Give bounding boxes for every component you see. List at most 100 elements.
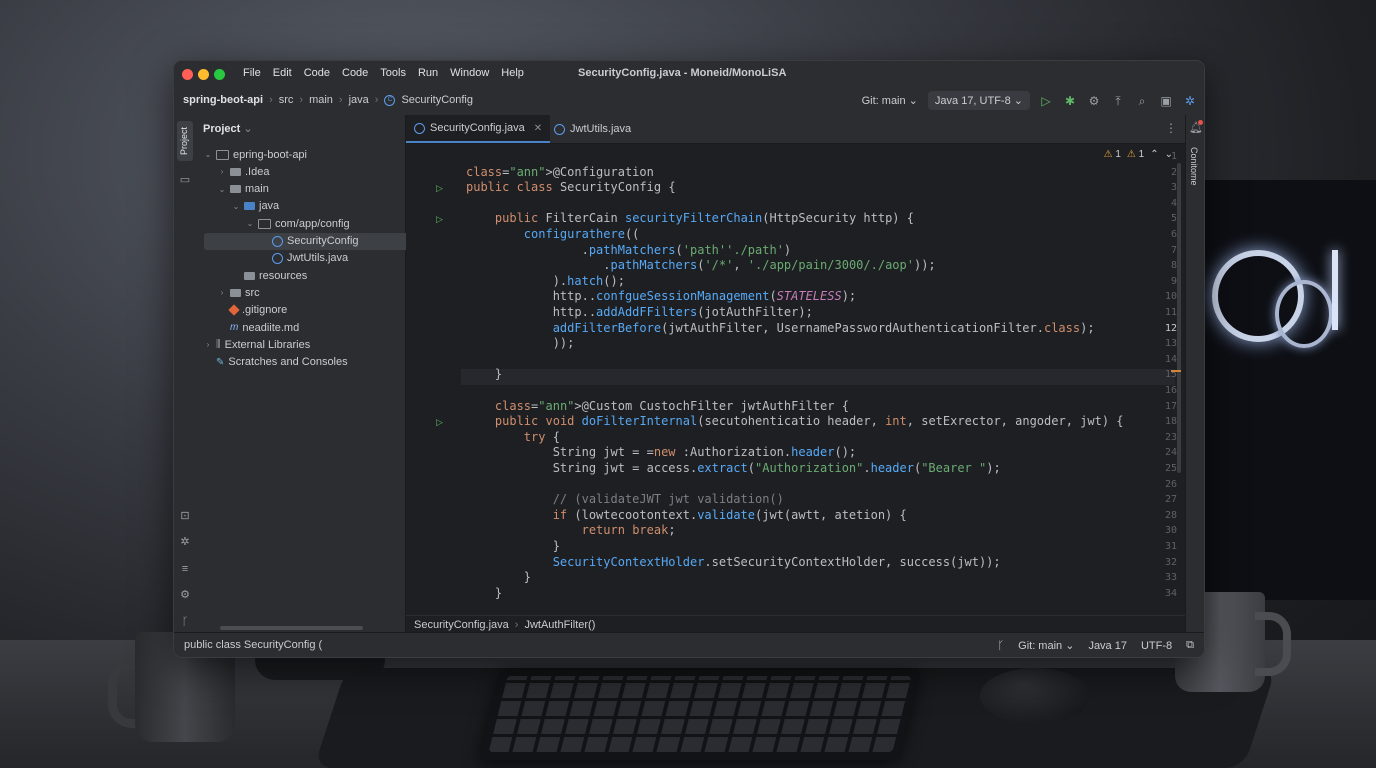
plugins-icon[interactable]: ⚙ <box>178 588 192 602</box>
tree-item[interactable]: ⌄ java <box>232 198 280 215</box>
notification-dot <box>1198 120 1203 125</box>
window-title: SecurityConfig.java - Moneid/MonoLiSA <box>578 67 787 79</box>
breadcrumb-src[interactable]: src <box>279 94 294 106</box>
tree-item[interactable]: ⌄ epring-boot-api <box>204 146 307 163</box>
menu-help[interactable]: Help <box>501 67 524 79</box>
tree-item[interactable]: ⌄ main <box>218 181 269 198</box>
settings-icon[interactable]: ✲ <box>1182 93 1198 109</box>
tree-item[interactable]: JwtUtils.java <box>260 250 348 267</box>
weak-warning-count: ⚠ 1 <box>1127 149 1144 160</box>
search-icon[interactable]: ⌕ <box>1134 93 1150 109</box>
run-gutter-icon[interactable]: ▷ <box>436 417 443 428</box>
vertical-scrollbar[interactable] <box>1177 163 1181 473</box>
close-icon[interactable]: ✕ <box>534 123 542 134</box>
minimize-window-button[interactable] <box>198 69 209 80</box>
code-line: return break; <box>581 523 676 538</box>
menu-edit[interactable]: Edit <box>273 67 292 79</box>
status-java-version[interactable]: Java 17 <box>1088 640 1127 652</box>
tree-item[interactable]: ⌄ com/app/config <box>246 215 350 232</box>
services-icon[interactable]: ✲ <box>178 535 192 549</box>
tab-securityconfig[interactable]: SecurityConfig.java ✕ <box>406 115 551 143</box>
tree-item[interactable]: › src <box>218 284 260 301</box>
horizontal-scrollbar[interactable] <box>220 626 363 630</box>
project-panel-header[interactable]: Project ⌄ <box>203 122 253 135</box>
tree-item-label: .Idea <box>245 165 270 178</box>
status-git-branch[interactable]: Git: main ⌄ <box>1018 639 1074 652</box>
chevron-right-icon[interactable]: › <box>218 288 226 297</box>
chevron-down-icon[interactable]: ⌄ <box>246 219 254 228</box>
right-tool-strip: 🔔︎ Conitome <box>1185 115 1204 632</box>
tree-item[interactable]: resources <box>232 267 307 284</box>
chevron-down-icon[interactable]: ⌄ <box>1165 149 1173 160</box>
run-gutter-icon[interactable]: ▷ <box>436 183 443 194</box>
line-number: 6 <box>1170 229 1177 240</box>
menu-run[interactable]: Run <box>418 67 438 79</box>
coverage-icon[interactable]: ⚙ <box>1086 93 1102 109</box>
line-number: 32 <box>1164 556 1177 568</box>
menu-tools[interactable]: Tools <box>380 67 406 79</box>
git-icon[interactable]: ᚴ <box>178 615 192 629</box>
terminal-icon[interactable]: ⊡ <box>178 509 192 523</box>
chevron-right-icon[interactable]: › <box>204 340 212 349</box>
code-line: ).hatch(); <box>466 273 625 288</box>
breadcrumb: spring-beot-api › src › main › java › C … <box>183 94 473 106</box>
status-bar: public class SecurityConfig ( ᚴ Git: mai… <box>174 632 1204 657</box>
status-encoding[interactable]: UTF-8 <box>1141 640 1172 652</box>
breadcrumb-main[interactable]: main <box>309 94 333 106</box>
problems-icon[interactable]: ≡ <box>178 562 192 576</box>
run-icon[interactable]: ▷ <box>1038 93 1054 109</box>
tree-item[interactable]: › .Idea <box>218 163 270 180</box>
chevron-up-icon[interactable]: ⌃ <box>1150 149 1158 160</box>
chevron-right-icon[interactable]: › <box>218 167 226 176</box>
java-class-icon <box>272 252 283 264</box>
more-options-icon[interactable]: ⋮ <box>1165 121 1177 135</box>
code-line: .pathMatchers('path''./path') <box>466 242 792 257</box>
tree-item[interactable]: .gitignore <box>218 302 287 319</box>
lock-icon[interactable]: ⧉ <box>1186 639 1194 652</box>
line-number: 5 <box>1170 213 1177 225</box>
menu-window[interactable]: Window <box>450 67 489 79</box>
zoom-window-button[interactable] <box>214 69 225 80</box>
code-line: try { <box>523 429 560 444</box>
inspection-widget[interactable]: ⚠ 1 ⚠ 1 ⌃ ⌄ <box>1104 149 1173 160</box>
tree-item[interactable]: ✎ Scratches and Consoles <box>204 354 348 371</box>
chevron-down-icon[interactable]: ⌄ <box>204 150 212 159</box>
status-context[interactable]: public class SecurityConfig ( <box>184 639 322 651</box>
breadcrumb-project[interactable]: spring-beot-api <box>183 94 263 106</box>
layout-icon[interactable]: ▣ <box>1158 93 1174 109</box>
error-stripe-mark[interactable] <box>1171 370 1181 372</box>
deploy-icon[interactable]: ⤒ <box>1110 93 1126 109</box>
menu-file[interactable]: File <box>243 67 261 79</box>
breadcrumb-java[interactable]: java <box>349 94 369 106</box>
tab-jwtutils[interactable]: JwtUtils.java <box>546 115 639 143</box>
library-icon: ⫼ <box>216 339 221 351</box>
code-line: public FilterCain securityFilterChain(Ht… <box>494 211 914 226</box>
chevron-down-icon[interactable]: ⌄ <box>232 202 240 211</box>
warning-count: ⚠ 1 <box>1104 149 1121 160</box>
editor-breadcrumb-file[interactable]: SecurityConfig.java <box>414 619 509 631</box>
tree-item[interactable]: › ⫼ External Libraries <box>204 336 311 353</box>
menu-code-2[interactable]: Code <box>342 67 368 79</box>
line-number: 11 <box>1164 307 1177 318</box>
mouse <box>980 668 1090 724</box>
run-gutter-icon[interactable]: ▷ <box>436 214 443 225</box>
debug-icon[interactable]: ✱ <box>1062 93 1078 109</box>
folder-icon[interactable]: ▭ <box>178 173 192 187</box>
code-line: http..confgueSessionManagement(STATELESS… <box>466 289 857 304</box>
chevron-down-icon[interactable]: ⌄ <box>218 185 226 194</box>
editor-breadcrumb-member[interactable]: JwtAuthFilter() <box>524 619 595 631</box>
right-tool-label[interactable]: Conitome <box>1189 147 1199 186</box>
line-number: 33 <box>1164 572 1177 584</box>
close-window-button[interactable] <box>182 69 193 80</box>
package-icon <box>216 149 229 160</box>
sdk-encoding-dropdown[interactable]: Java 17, UTF-8 ⌄ <box>927 91 1030 110</box>
warning-icon: ⚠ <box>1126 149 1136 160</box>
breadcrumb-class[interactable]: SecurityConfig <box>401 94 473 106</box>
menu-code[interactable]: Code <box>304 67 330 79</box>
tree-item[interactable]: m neadiite.md <box>218 319 299 336</box>
folder-icon <box>230 185 241 194</box>
code-line: )); <box>466 336 575 351</box>
git-branch-dropdown[interactable]: Git: main ⌄ <box>860 91 920 110</box>
project-tool-tab[interactable]: Project <box>177 121 193 161</box>
tree-item-label: JwtUtils.java <box>287 252 349 265</box>
